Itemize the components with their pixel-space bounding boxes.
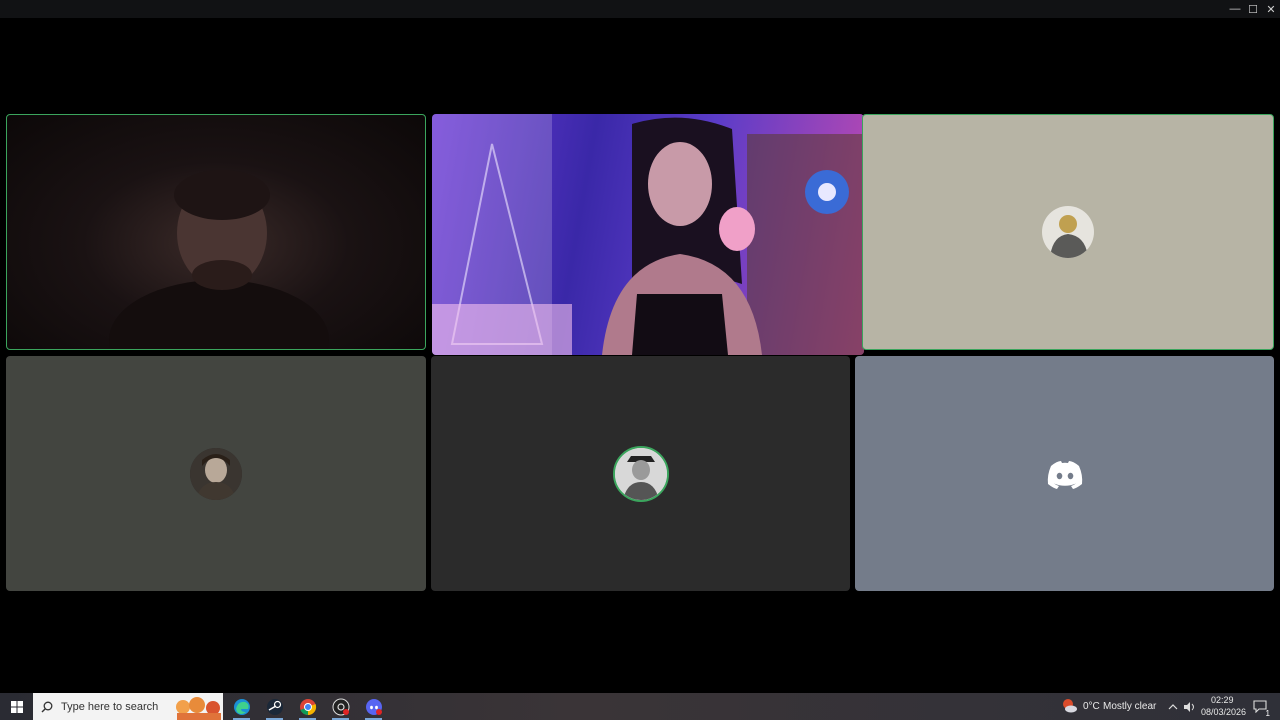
person-icon: [1050, 215, 1088, 258]
search-icon: [41, 701, 53, 712]
speaker-icon: [1184, 701, 1194, 712]
discord-logo-icon: [1047, 460, 1082, 489]
clock-time: 02:29: [1211, 695, 1234, 705]
notification-center-button[interactable]: 1: [1248, 693, 1272, 720]
taskbar-app-edge[interactable]: [225, 693, 258, 720]
notification-count: 1: [1265, 709, 1270, 718]
avatar-tile-user-5[interactable]: [431, 356, 850, 591]
avatar-tile-user-4[interactable]: [6, 356, 426, 591]
edge-icon: [233, 698, 250, 715]
window-titlebar: — ☐ ✕: [0, 0, 1280, 18]
minimize-button[interactable]: —: [1226, 0, 1244, 18]
start-button[interactable]: [0, 693, 33, 720]
participant-video: [432, 114, 864, 355]
windows-start-icon: [10, 700, 23, 713]
clock-date: 08/03/2026: [1201, 707, 1247, 717]
user-avatar[interactable]: [190, 447, 242, 500]
avatar-tile-user-3[interactable]: [862, 114, 1274, 350]
steam-icon: [266, 698, 283, 715]
chevron-up-icon: [1168, 703, 1178, 709]
taskbar-app-obs[interactable]: [324, 693, 357, 720]
user-avatar[interactable]: [1042, 206, 1094, 258]
participant-video: [109, 170, 329, 349]
volume-button[interactable]: [1181, 693, 1199, 720]
close-button[interactable]: ✕: [1262, 0, 1280, 18]
weather-widget[interactable]: 0°C Mostly clear: [1060, 693, 1160, 720]
person-icon: [614, 447, 667, 500]
weather-temperature: 0°C: [1083, 701, 1100, 712]
video-tile-user-1[interactable]: [6, 114, 426, 350]
chrome-icon: [299, 698, 316, 715]
maximize-button[interactable]: ☐: [1244, 0, 1262, 18]
person-icon: [190, 447, 242, 500]
tray-overflow-button[interactable]: [1165, 693, 1181, 720]
clock[interactable]: 02:29 08/03/2026: [1199, 693, 1247, 720]
taskbar-app-chrome[interactable]: [291, 693, 324, 720]
user-avatar[interactable]: [1038, 447, 1091, 500]
taskbar-app-steam[interactable]: [258, 693, 291, 720]
taskbar: Type here to search 0°C Mostly clear 02:…: [0, 693, 1280, 720]
search-placeholder: Type here to search: [61, 700, 159, 713]
weather-cloud-moon-icon: [1063, 699, 1077, 713]
taskbar-app-discord[interactable]: [357, 693, 390, 720]
discord-icon: [365, 698, 382, 715]
obs-icon: [332, 698, 349, 715]
weather-condition: Mostly clear: [1103, 701, 1157, 712]
search-highlight-icon: [176, 697, 221, 720]
video-tile-user-2[interactable]: [432, 114, 864, 355]
user-avatar[interactable]: [612, 445, 669, 502]
avatar-tile-user-6[interactable]: [855, 356, 1274, 591]
taskbar-search[interactable]: Type here to search: [33, 693, 223, 720]
